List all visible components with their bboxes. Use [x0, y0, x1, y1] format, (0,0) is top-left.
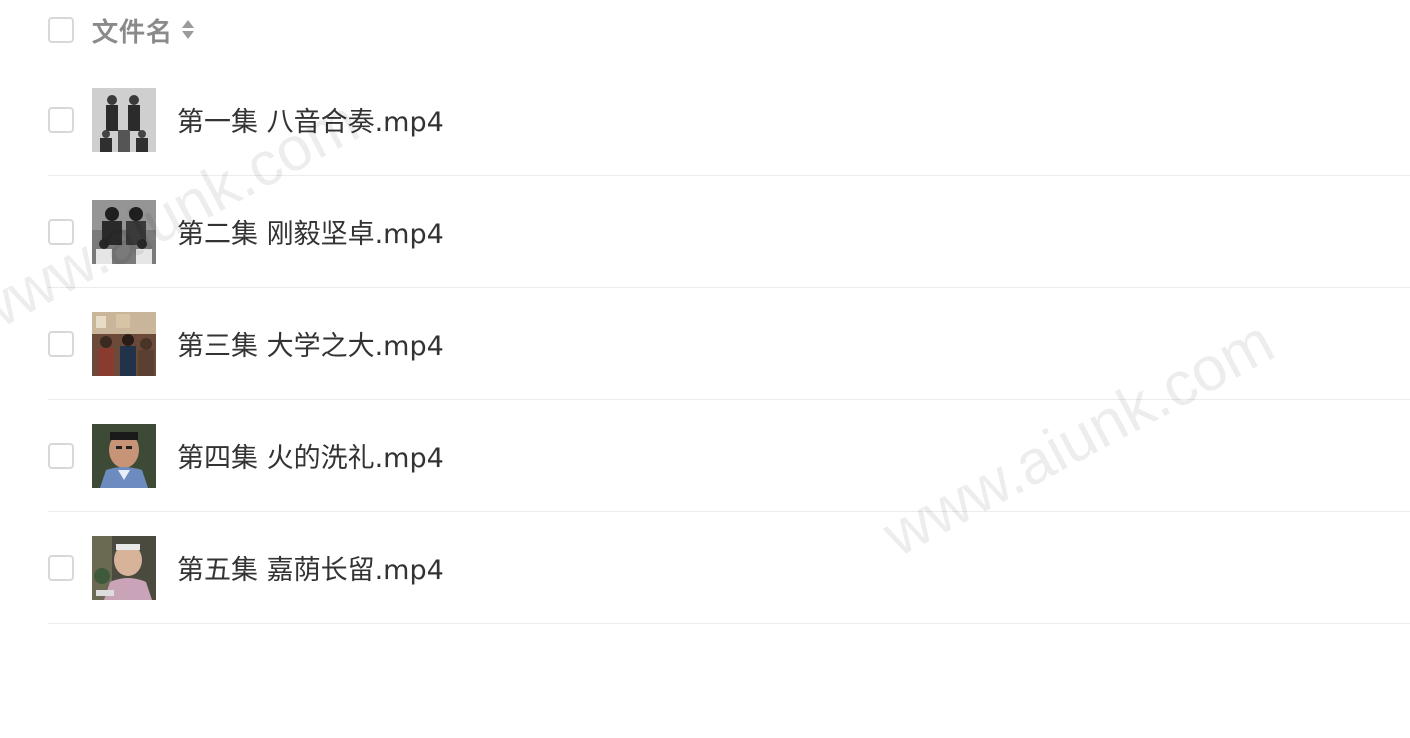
file-name[interactable]: 第四集 火的洗礼.mp4: [177, 436, 444, 475]
file-checkbox[interactable]: [48, 330, 74, 357]
file-row[interactable]: 第二集 刚毅坚卓.mp4: [48, 176, 1410, 288]
file-list-page: 文件名 第一集 八音合奏.mp4 第二集 刚毅坚卓.mp4 第三集 大学之大.m…: [0, 0, 1410, 738]
video-thumbnail[interactable]: [92, 199, 156, 264]
video-thumbnail[interactable]: [92, 535, 156, 600]
file-row[interactable]: 第四集 火的洗礼.mp4: [48, 400, 1410, 512]
file-row[interactable]: 第三集 大学之大.mp4: [48, 288, 1410, 400]
file-checkbox[interactable]: [48, 218, 74, 245]
video-thumbnail[interactable]: [92, 423, 156, 488]
file-row[interactable]: 第五集 嘉荫长留.mp4: [48, 512, 1410, 624]
file-name[interactable]: 第五集 嘉荫长留.mp4: [177, 548, 444, 587]
file-checkbox[interactable]: [48, 106, 74, 133]
video-thumbnail[interactable]: [92, 311, 156, 376]
file-list: 第一集 八音合奏.mp4 第二集 刚毅坚卓.mp4 第三集 大学之大.mp4 第…: [48, 64, 1410, 624]
filename-column-header[interactable]: 文件名: [92, 12, 173, 49]
file-name[interactable]: 第三集 大学之大.mp4: [177, 324, 444, 363]
file-row[interactable]: 第一集 八音合奏.mp4: [48, 64, 1410, 176]
sort-descending-icon: [182, 31, 195, 39]
video-thumbnail[interactable]: [92, 87, 156, 152]
sort-icon[interactable]: [181, 18, 195, 42]
sort-ascending-icon: [182, 20, 195, 28]
file-checkbox[interactable]: [48, 554, 74, 581]
select-all-checkbox[interactable]: [48, 17, 74, 43]
file-name[interactable]: 第一集 八音合奏.mp4: [177, 100, 444, 139]
file-checkbox[interactable]: [48, 442, 74, 469]
file-name[interactable]: 第二集 刚毅坚卓.mp4: [177, 212, 444, 251]
list-header: 文件名: [48, 12, 195, 49]
